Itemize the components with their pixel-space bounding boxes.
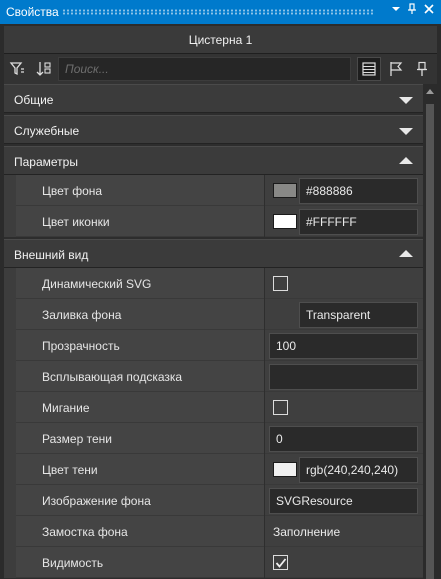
properties-panel: Цистерна 1 Общие Служебные	[4, 26, 437, 579]
section-label: Параметры	[14, 155, 78, 169]
property-row-blink: Мигание	[4, 392, 423, 423]
dropdown-icon[interactable]	[388, 3, 404, 21]
section-label: Служебные	[14, 124, 80, 138]
flag-icon[interactable]	[384, 57, 408, 81]
property-row-icon-color: Цвет иконки #FFFFFF	[4, 206, 423, 237]
chevron-down-icon[interactable]	[399, 128, 413, 135]
object-header: Цистерна 1	[4, 26, 437, 54]
color-swatch[interactable]	[273, 183, 297, 198]
property-name: Мигание	[42, 401, 90, 415]
property-row-opacity: Прозрачность 100	[4, 330, 423, 361]
window-titlebar: Свойства	[0, 0, 441, 24]
scroll-up-icon[interactable]	[426, 89, 434, 94]
property-name: Заливка фона	[42, 308, 122, 322]
color-swatch[interactable]	[273, 462, 297, 477]
checkmark-icon	[275, 558, 287, 568]
property-row-bg-fill: Заливка фона Transparent	[4, 299, 423, 330]
property-row-dynamic-svg: Динамический SVG	[4, 268, 423, 299]
close-icon[interactable]	[421, 3, 437, 21]
search-input[interactable]	[59, 58, 350, 80]
object-title: Цистерна 1	[188, 33, 253, 47]
shadow-size-field[interactable]: 0	[269, 426, 418, 452]
opacity-field[interactable]: 100	[269, 333, 418, 359]
property-name: Всплывающая подсказка	[42, 370, 183, 384]
titlebar-grip[interactable]	[62, 9, 375, 15]
chevron-up-icon[interactable]	[399, 157, 413, 164]
property-row-bg-tiling: Замостка фона Заполнение	[4, 516, 423, 547]
bg-fill-field[interactable]: Transparent	[299, 302, 418, 328]
filter-icon[interactable]	[6, 57, 30, 81]
property-name: Прозрачность	[42, 339, 120, 353]
property-name: Изображение фона	[42, 494, 151, 508]
window-title: Свойства	[6, 5, 59, 19]
property-row-bg-image: Изображение фона SVGResource	[4, 485, 423, 516]
property-row-bg-color: Цвет фона #888886	[4, 175, 423, 206]
property-row-tooltip: Всплывающая подсказка	[4, 361, 423, 392]
sort-icon[interactable]	[32, 57, 56, 81]
bg-color-field[interactable]: #888886	[299, 178, 418, 204]
section-parameters[interactable]: Параметры	[4, 146, 423, 175]
shadow-color-field[interactable]: rgb(240,240,240)	[299, 457, 418, 483]
pin-icon[interactable]	[410, 57, 434, 81]
list-view-icon[interactable]	[357, 57, 381, 81]
property-name: Цвет тени	[42, 463, 98, 477]
bg-tiling-value[interactable]: Заполнение	[273, 525, 340, 539]
section-label: Общие	[14, 93, 54, 107]
search-field[interactable]	[58, 57, 351, 81]
property-row-shadow-size: Размер тени 0	[4, 423, 423, 454]
chevron-up-icon[interactable]	[399, 250, 413, 257]
section-appearance[interactable]: Внешний вид	[4, 239, 423, 268]
color-swatch[interactable]	[273, 214, 297, 229]
toolbar	[4, 54, 437, 84]
property-row-shadow-color: Цвет тени rgb(240,240,240)	[4, 454, 423, 485]
property-name: Замостка фона	[42, 525, 128, 539]
scroll-thumb[interactable]	[426, 104, 434, 579]
property-name: Цвет иконки	[42, 215, 110, 229]
chevron-down-icon[interactable]	[399, 97, 413, 104]
blink-checkbox[interactable]	[273, 400, 288, 415]
property-name: Динамический SVG	[42, 277, 152, 291]
section-general[interactable]: Общие	[4, 84, 423, 113]
icon-color-field[interactable]: #FFFFFF	[299, 209, 418, 235]
pin-window-icon[interactable]	[404, 3, 420, 21]
section-label: Внешний вид	[14, 248, 89, 262]
tooltip-field[interactable]	[269, 364, 418, 390]
property-name: Видимость	[42, 556, 104, 570]
visibility-checkbox[interactable]	[273, 555, 288, 570]
vertical-scrollbar[interactable]	[423, 84, 437, 579]
property-name: Размер тени	[42, 432, 112, 446]
bg-image-field[interactable]: SVGResource	[269, 488, 418, 514]
section-service[interactable]: Служебные	[4, 115, 423, 144]
property-name: Цвет фона	[42, 184, 103, 198]
property-row-visibility: Видимость	[4, 547, 423, 578]
property-grid: Общие Служебные Параметры Цвет фона #888…	[4, 84, 423, 579]
dynamic-svg-checkbox[interactable]	[273, 276, 288, 291]
